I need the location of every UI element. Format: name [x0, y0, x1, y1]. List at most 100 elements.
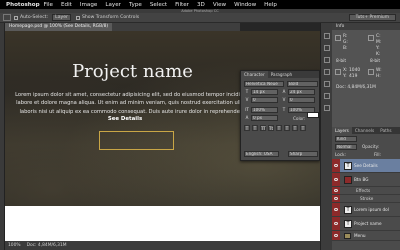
vertical-scale-icon: IT	[245, 107, 249, 112]
baseline-shift-field[interactable]: 0 px	[251, 115, 278, 121]
workspace-dropdown[interactable]: Tuts+ Premium	[348, 14, 396, 21]
layer-name[interactable]: Project name	[354, 221, 382, 227]
blend-mode-dropdown[interactable]: Normal	[335, 144, 357, 150]
faux-italic-button[interactable]: T	[252, 125, 258, 131]
info-panel-title[interactable]: Info	[332, 23, 400, 30]
menu-filter[interactable]: Filter	[171, 2, 193, 8]
strikethrough-button[interactable]: T	[300, 125, 306, 131]
body-line: Lorem ipsum dolor sit amet, consectetur …	[15, 92, 250, 98]
color-label: Color:	[293, 116, 306, 121]
visibility-eye-icon[interactable]	[332, 159, 340, 172]
tab-paragraph[interactable]: Paragraph	[268, 71, 295, 78]
menu-window[interactable]: Window	[230, 2, 260, 8]
font-size-icon: T	[245, 89, 249, 94]
menu-3d[interactable]: 3D	[193, 2, 209, 8]
panel-icon-column	[320, 23, 332, 250]
tab-paths[interactable]: Paths	[377, 127, 394, 134]
info-y-pos-label: Y:	[343, 74, 347, 79]
options-bar: Auto-Select: Layer Show Transform Contro…	[0, 13, 400, 23]
menu-type[interactable]: Type	[125, 2, 146, 8]
leading-field[interactable]: 24 px	[288, 89, 315, 95]
font-style-field[interactable]: Bold	[287, 81, 318, 87]
auto-select-label: Auto-Select:	[20, 15, 49, 20]
layer-filter-dropdown[interactable]: Kind	[335, 136, 357, 142]
small-caps-button[interactable]: Tt	[268, 125, 274, 131]
subscript-button[interactable]: T	[284, 125, 290, 131]
menu-layer[interactable]: Layer	[101, 2, 125, 8]
brush-panel-icon[interactable]	[324, 81, 330, 87]
layer-row[interactable]: T Project name	[332, 217, 400, 231]
menu-help[interactable]: Help	[260, 2, 281, 8]
photoshop-window: Photoshop File Edit Image Layer Type Sel…	[0, 0, 400, 250]
info-x-value: 1040	[349, 68, 361, 73]
faux-bold-button[interactable]: T	[244, 125, 250, 131]
swatches-panel-icon[interactable]	[324, 57, 330, 63]
shape-layer-thumbnail	[344, 175, 352, 184]
visibility-eye-icon[interactable]	[332, 195, 340, 202]
see-details-text: See Details	[107, 116, 143, 122]
character-panel-icon[interactable]	[324, 93, 330, 99]
vertical-scale-field[interactable]: 100%	[251, 107, 278, 113]
menu-view[interactable]: View	[209, 2, 230, 8]
kerning-field[interactable]: 0	[251, 97, 278, 103]
document-tab[interactable]: Homepage.psd @ 100% (See Details, RGB/8)	[5, 23, 113, 31]
doc-size: Doc: 4,84M/6,31M	[26, 243, 67, 248]
info-c-label: C:	[376, 34, 381, 39]
layer-name[interactable]: Lorem ipsum dol	[354, 207, 389, 213]
app-menu[interactable]: Photoshop	[0, 2, 40, 8]
underline-button[interactable]: T	[292, 125, 298, 131]
language-dropdown[interactable]: English: USA	[244, 151, 279, 157]
superscript-button[interactable]: T	[276, 125, 282, 131]
layer-row[interactable]: Btn BG	[332, 173, 400, 187]
visibility-eye-icon[interactable]	[332, 173, 340, 186]
tracking-field[interactable]: 0	[288, 97, 315, 103]
info-x-label: X:	[343, 68, 348, 73]
visibility-eye-icon[interactable]	[332, 231, 340, 240]
layer-name[interactable]: See Details	[354, 163, 378, 169]
layer-effect-row[interactable]: Effects	[332, 187, 400, 195]
adjustments-panel-icon[interactable]	[324, 69, 330, 75]
tab-layers[interactable]: Layers	[332, 127, 352, 134]
layer-effect-row[interactable]: Stroke	[332, 195, 400, 203]
show-transform-checkbox[interactable]	[75, 15, 80, 20]
lock-label: Lock:	[335, 152, 346, 157]
move-tool-icon[interactable]	[3, 14, 11, 21]
body-line: laboris nisi ut aliquip ex ea commodo co…	[19, 108, 246, 115]
layer-row[interactable]: T See Details	[332, 159, 400, 173]
character-panel-tabs: Character Paragraph	[241, 71, 319, 78]
info-bits-left: 8-bit	[336, 59, 347, 64]
tab-channels[interactable]: Channels	[352, 127, 377, 134]
menu-edit[interactable]: Edit	[57, 2, 76, 8]
auto-select-checkbox[interactable]	[14, 15, 18, 20]
layers-panel-tabs: Layers Channels Paths	[332, 127, 400, 134]
visibility-eye-icon[interactable]	[332, 203, 340, 216]
opacity-label: Opacity:	[362, 144, 380, 149]
menu-bar: Photoshop File Edit Image Layer Type Sel…	[0, 0, 400, 9]
menu-image[interactable]: Image	[76, 2, 102, 8]
page-content-area	[5, 206, 320, 241]
history-panel-icon[interactable]	[324, 45, 330, 51]
hero-title: Project name	[72, 61, 193, 82]
character-panel: Character Paragraph Helvetica Neue Bold …	[240, 70, 320, 161]
font-family-field[interactable]: Helvetica Neue	[244, 81, 284, 87]
layer-group-row[interactable]: Menu	[332, 231, 400, 241]
info-panel-icon[interactable]	[324, 33, 330, 39]
layer-name[interactable]: Btn BG	[354, 177, 369, 183]
menu-file[interactable]: File	[40, 2, 57, 8]
visibility-eye-icon[interactable]	[332, 187, 340, 194]
paragraph-panel-icon[interactable]	[324, 105, 330, 111]
zoom-level[interactable]: 100%	[8, 243, 21, 248]
menu-select[interactable]: Select	[146, 2, 171, 8]
visibility-eye-icon[interactable]	[332, 217, 340, 230]
group-name[interactable]: Menu	[354, 233, 366, 239]
crosshair-icon	[335, 69, 341, 75]
tab-character[interactable]: Character	[241, 71, 268, 78]
antialias-dropdown[interactable]: Sharp	[288, 151, 318, 157]
layer-row[interactable]: T Lorem ipsum dol	[332, 203, 400, 217]
font-size-field[interactable]: 14 px	[251, 89, 278, 95]
text-color-swatch[interactable]	[307, 112, 319, 118]
info-k-label: K:	[376, 52, 381, 57]
all-caps-button[interactable]: TT	[260, 125, 266, 131]
info-w-label: W:	[376, 68, 382, 73]
auto-select-dropdown[interactable]: Layer	[52, 14, 71, 21]
